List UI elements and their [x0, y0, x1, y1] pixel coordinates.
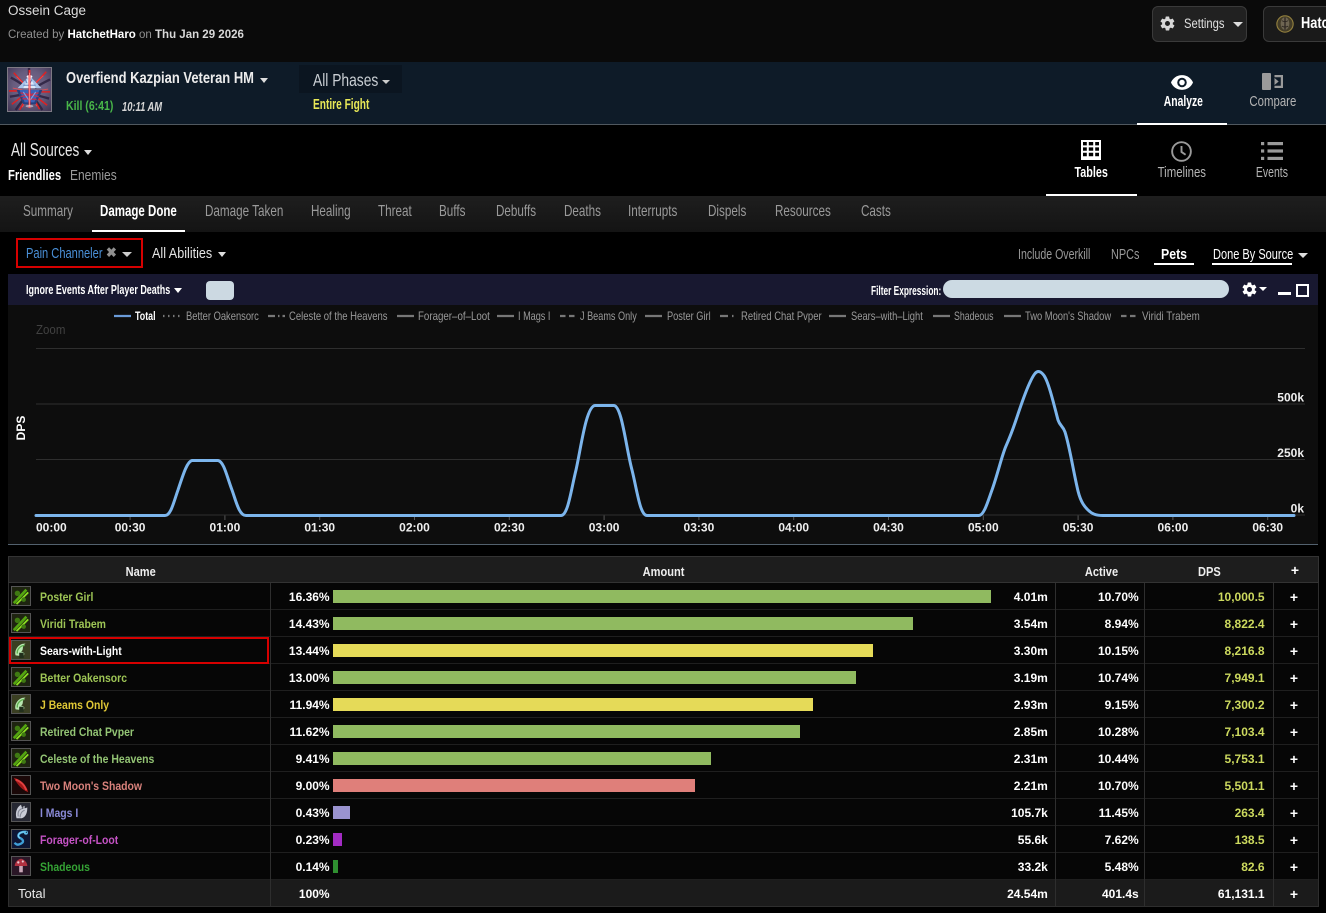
svg-text:03:00: 03:00: [589, 521, 620, 535]
svg-text:05:00: 05:00: [968, 521, 999, 535]
svg-text:00:30: 00:30: [115, 521, 146, 535]
svg-text:01:30: 01:30: [304, 521, 335, 535]
svg-text:0k: 0k: [1291, 502, 1305, 516]
svg-text:02:00: 02:00: [399, 521, 430, 535]
svg-text:05:30: 05:30: [1063, 521, 1094, 535]
svg-text:04:00: 04:00: [778, 521, 809, 535]
svg-text:02:30: 02:30: [494, 521, 525, 535]
svg-text:06:30: 06:30: [1252, 521, 1283, 535]
svg-text:250k: 250k: [1277, 446, 1304, 460]
svg-text:03:30: 03:30: [684, 521, 715, 535]
svg-text:00:00: 00:00: [36, 521, 67, 535]
svg-text:500k: 500k: [1277, 391, 1304, 405]
svg-text:06:00: 06:00: [1158, 521, 1189, 535]
svg-text:04:30: 04:30: [873, 521, 904, 535]
svg-text:01:00: 01:00: [210, 521, 241, 535]
